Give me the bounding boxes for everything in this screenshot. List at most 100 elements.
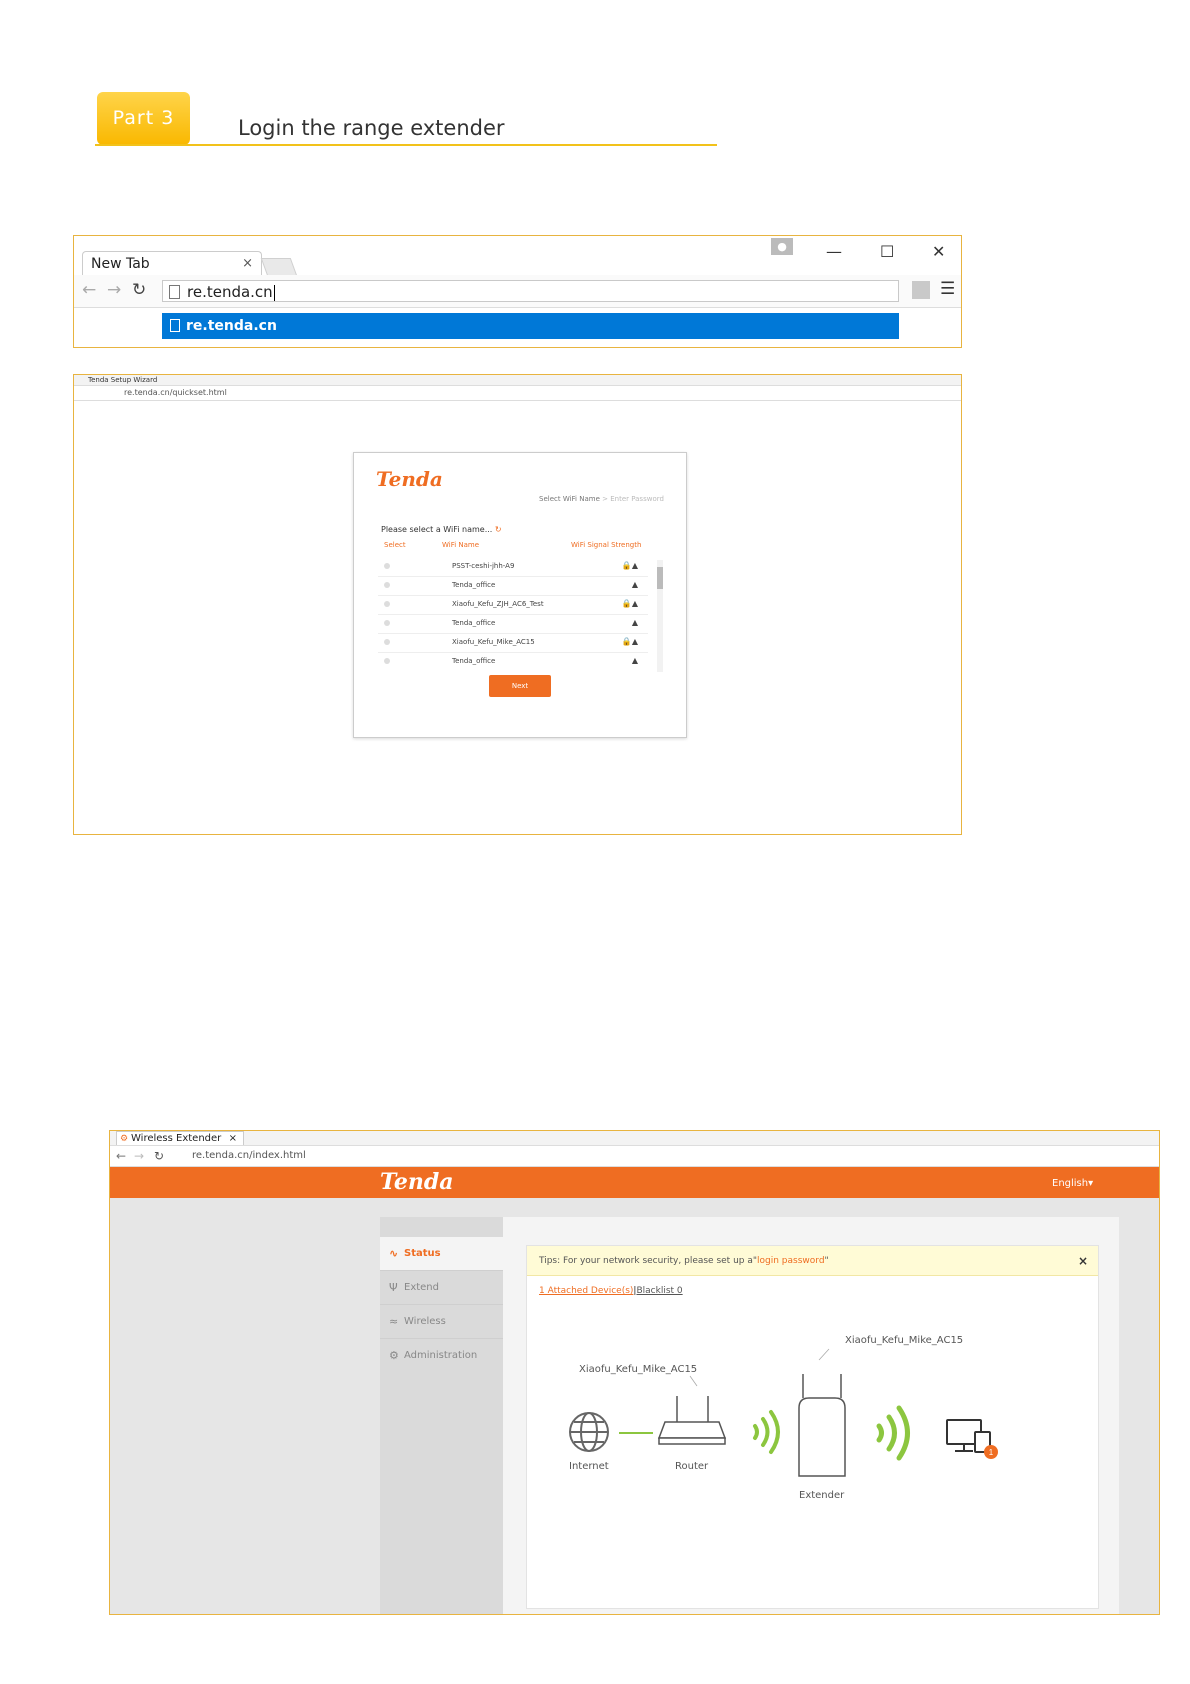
radio-button[interactable]	[384, 639, 390, 645]
wifi-prompt-text: Please select a WiFi name...	[381, 525, 493, 534]
extender-ssid-pointer	[818, 1348, 830, 1361]
pdf-icon[interactable]	[912, 281, 930, 299]
menu-item-extend[interactable]: Ψ Extend	[380, 1271, 503, 1305]
menu-label: Wireless	[404, 1316, 446, 1327]
text-caret	[273, 284, 275, 301]
pulse-icon: ∿	[389, 1247, 399, 1260]
radio-button[interactable]	[384, 658, 390, 664]
radio-button[interactable]	[384, 582, 390, 588]
internet-label: Internet	[569, 1461, 609, 1472]
gear-icon: ⚙	[389, 1349, 399, 1362]
header-bar: Tenda English▾	[110, 1167, 1159, 1198]
part-title: Login the range extender	[238, 116, 505, 140]
user-icon[interactable]: ●	[771, 238, 793, 255]
router-ssid-pointer	[689, 1375, 698, 1387]
reload-icon[interactable]: ↻	[132, 280, 146, 300]
tenda-logo: Tenda	[380, 1169, 454, 1195]
autocomplete-suggestion[interactable]: re.tenda.cn	[162, 313, 899, 339]
radio-button[interactable]	[384, 563, 390, 569]
wifi-name: Xiaofu_Kefu_Mike_AC15	[452, 638, 535, 646]
wifi-row[interactable]: Tenda_office ▲	[378, 613, 648, 634]
wifi-row[interactable]: Tenda_office ▲	[378, 575, 648, 596]
next-button[interactable]: Next	[489, 675, 551, 697]
wifi-name: Tenda_office	[452, 657, 496, 665]
part-underline	[95, 144, 717, 146]
router-icon	[657, 1396, 727, 1445]
status-panel: Tips: For your network security, please …	[526, 1245, 1099, 1609]
new-tab-button[interactable]	[260, 258, 298, 276]
globe-icon	[569, 1412, 609, 1452]
language-label: English	[1052, 1178, 1089, 1189]
minimize-icon[interactable]: —	[826, 242, 842, 261]
col-signal-strength: WiFi Signal Strength	[571, 541, 642, 549]
step-separator: >	[602, 495, 608, 503]
wifi-row[interactable]: PSST-ceshi-jhh-A9 🔒▲	[378, 556, 648, 577]
router-label: Router	[675, 1461, 709, 1472]
tab-new-tab[interactable]: New Tab ×	[82, 251, 262, 275]
wizard-address-bar[interactable]: re.tenda.cn/quickset.html	[74, 386, 961, 401]
lock-wifi-icon: 🔒▲	[621, 637, 638, 646]
extender-address: re.tenda.cn/index.html	[192, 1150, 306, 1161]
network-diagram: 1	[569, 1348, 998, 1477]
wifi-row[interactable]: Xiaofu_Kefu_ZJH_AC6_Test 🔒▲	[378, 594, 648, 615]
maximize-icon[interactable]: ☐	[880, 242, 894, 261]
wizard-card: Tenda Select WiFi Name > Enter Password …	[353, 452, 687, 738]
browser-newtab-screenshot: New Tab × ● — ☐ ✕ ← → ↻ re.tenda.cn ☰ re…	[73, 235, 962, 348]
side-menu: ∿ Status Ψ Extend ≈ Wireless ⚙ Administratio…	[380, 1217, 503, 1614]
wifi-name: Tenda_office	[452, 581, 496, 589]
extender-label: Extender	[799, 1490, 845, 1501]
address-bar[interactable]: re.tenda.cn	[162, 280, 899, 302]
radio-button[interactable]	[384, 620, 390, 626]
page-icon	[169, 285, 180, 299]
wifi-signal-icon	[876, 1405, 910, 1461]
part-badge: Part 3	[97, 92, 190, 145]
tenda-favicon: ⚙	[120, 1134, 129, 1144]
wizard-steps: Select WiFi Name > Enter Password	[539, 495, 664, 503]
wifi-icon: ▲	[631, 656, 638, 665]
wifi-icon: ▲	[631, 618, 638, 627]
refresh-icon[interactable]: ↻	[495, 525, 502, 534]
setup-wizard-screenshot: Tenda Setup Wizard re.tenda.cn/quickset.…	[73, 374, 962, 835]
tab-close-icon[interactable]: ×	[229, 1132, 237, 1146]
wizard-tab-title[interactable]: Tenda Setup Wizard	[74, 376, 157, 384]
language-select[interactable]: English▾	[1052, 1178, 1093, 1189]
wifi-row[interactable]: Xiaofu_Kefu_Mike_AC15 🔒▲	[378, 632, 648, 653]
step-next: Enter Password	[610, 495, 664, 503]
menu-item-wireless[interactable]: ≈ Wireless	[380, 1305, 503, 1339]
close-window-icon[interactable]: ✕	[932, 242, 945, 261]
wireless-extender-screenshot: ⚙ Wireless Extender × ← → ↻ re.tenda.cn/…	[109, 1130, 1160, 1615]
antenna-icon: Ψ	[389, 1281, 398, 1294]
menu-icon[interactable]: ☰	[940, 279, 955, 299]
menu-label: Administration	[404, 1350, 478, 1361]
extender-address-bar[interactable]: ← → ↻ re.tenda.cn/index.html	[110, 1146, 1159, 1167]
wifi-signal-icon	[753, 1410, 780, 1454]
devices-icon	[946, 1419, 991, 1453]
tab-title: New Tab	[91, 256, 150, 272]
col-wifi-name: WiFi Name	[442, 541, 480, 549]
tab-wireless-extender[interactable]: ⚙ Wireless Extender ×	[116, 1131, 244, 1145]
tab-close-icon[interactable]: ×	[242, 252, 253, 276]
device-badge-text: 1	[989, 1448, 994, 1457]
forward-icon[interactable]: →	[107, 280, 121, 300]
back-icon[interactable]: ←	[82, 280, 96, 300]
scrollbar-thumb[interactable]	[657, 567, 663, 589]
page-icon	[170, 319, 180, 332]
wifi-row[interactable]: Tenda_office ▲	[378, 651, 648, 671]
forward-icon[interactable]: →	[134, 1146, 144, 1166]
lock-wifi-icon: 🔒▲	[621, 561, 638, 570]
back-icon[interactable]: ←	[116, 1146, 126, 1166]
suggestion-text: re.tenda.cn	[186, 318, 277, 334]
wizard-tab-bar: Tenda Setup Wizard	[74, 375, 961, 386]
tab-title: Wireless Extender	[131, 1133, 222, 1144]
menu-label: Extend	[404, 1282, 439, 1293]
radio-button[interactable]	[384, 601, 390, 607]
lock-wifi-icon: 🔒▲	[621, 599, 638, 608]
reload-icon[interactable]: ↻	[154, 1146, 164, 1166]
menu-item-administration[interactable]: ⚙ Administration	[380, 1339, 503, 1373]
menu-label: Status	[404, 1248, 441, 1259]
wifi-name: Xiaofu_Kefu_ZJH_AC6_Test	[452, 600, 544, 608]
extender-icon	[798, 1374, 846, 1477]
wifi-name: Tenda_office	[452, 619, 496, 627]
menu-item-status[interactable]: ∿ Status	[380, 1237, 503, 1271]
step-current: Select WiFi Name	[539, 495, 600, 503]
